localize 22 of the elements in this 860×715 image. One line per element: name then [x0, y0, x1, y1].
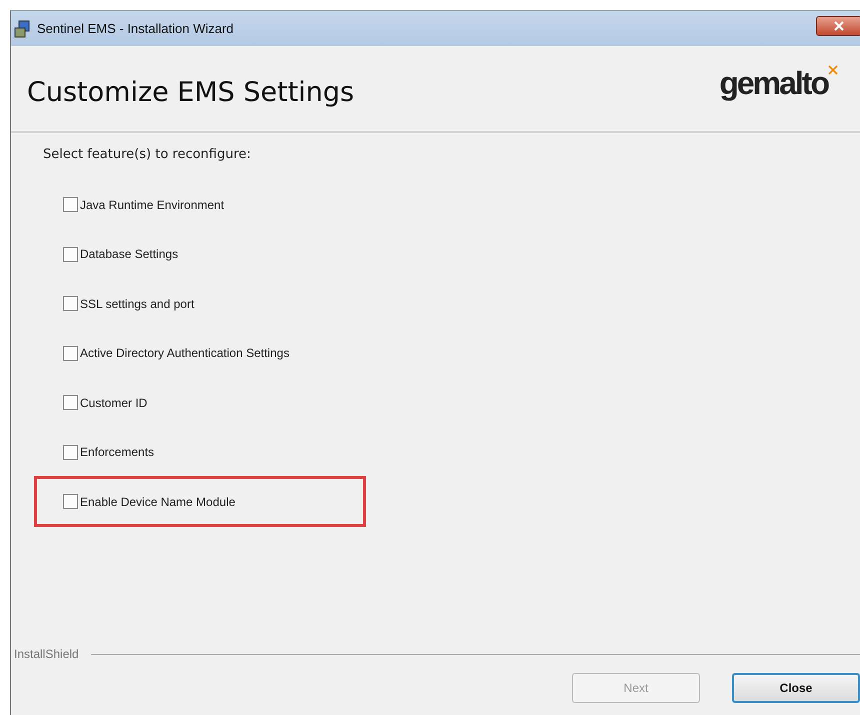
checkbox-label[interactable]: Active Directory Authentication Settings [80, 346, 290, 360]
close-button[interactable]: Close [732, 673, 860, 703]
checkbox-label[interactable]: Enforcements [80, 445, 154, 460]
close-window-button[interactable] [816, 16, 860, 36]
checkbox[interactable] [63, 494, 78, 509]
checkbox[interactable] [63, 197, 78, 212]
checkbox-label[interactable]: Database Settings [80, 247, 178, 262]
checkbox[interactable] [63, 346, 78, 361]
checkbox[interactable] [63, 246, 78, 262]
checkbox[interactable] [63, 395, 78, 410]
instruction-text: Select feature(s) to reconfigure: [43, 147, 252, 162]
close-icon [834, 21, 844, 31]
logo-text: gemalto [719, 65, 828, 102]
checkbox-label[interactable]: Enable Device Name Module [80, 494, 236, 508]
checkbox[interactable] [63, 444, 78, 460]
window-title: Sentinel EMS - Installation Wizard [37, 21, 234, 36]
checkbox[interactable] [63, 296, 78, 312]
checkbox-label[interactable]: SSL settings and port [80, 296, 194, 311]
brand-label: InstallShield [14, 647, 79, 661]
checkbox-label[interactable]: Java Runtime Environment [80, 198, 224, 212]
page-heading: Customize EMS Settings [27, 77, 354, 108]
checkbox-label[interactable]: Customer ID [80, 396, 148, 410]
